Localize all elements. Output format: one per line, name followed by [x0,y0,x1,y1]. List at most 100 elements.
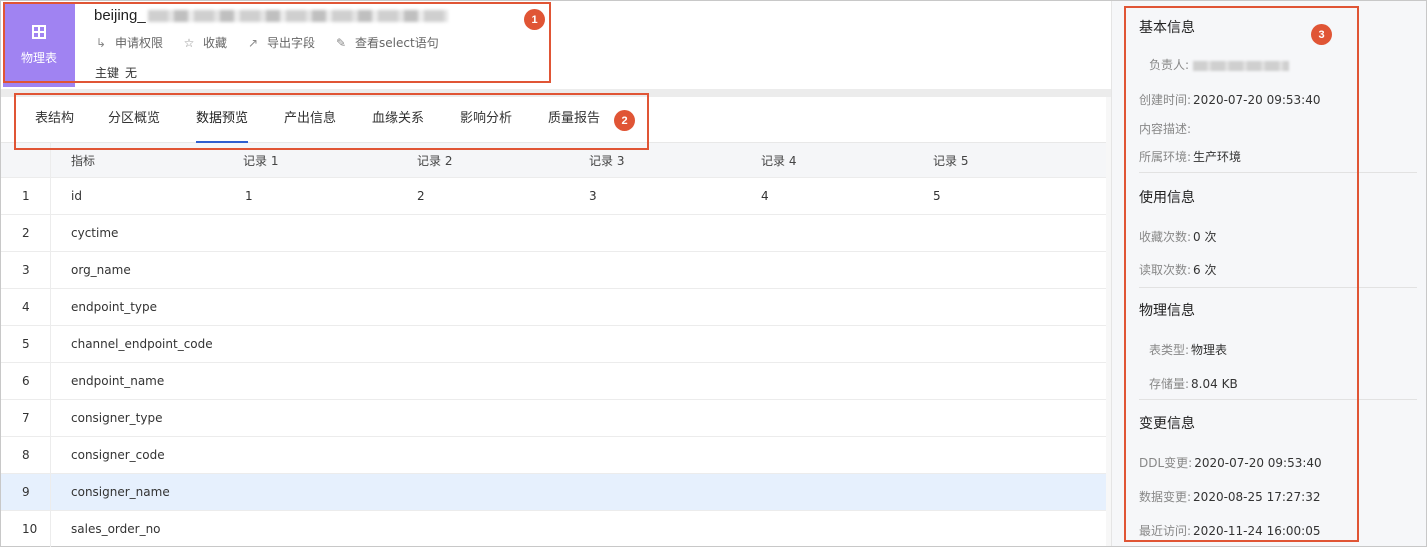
physical-info-title: 物理信息 [1139,303,1195,319]
annotation-badge-1: 1 [524,9,545,30]
table-name-redacted [147,10,448,23]
table-type-label-side: 表类型: [1149,343,1190,357]
table-row[interactable]: 8 consigner_code [1,437,1106,474]
view-select-button[interactable]: ✎ 查看select语句 [335,34,439,51]
ddl-change-row: DDL变更: 2020-07-20 09:53:40 [1139,454,1322,471]
row-index: 8 [1,437,51,473]
row-index: 5 [1,326,51,362]
row-index: 6 [1,363,51,399]
table-row[interactable]: 5 channel_endpoint_code [1,326,1106,363]
primary-key-label: 主键 [95,66,120,80]
edit-icon: ✎ [336,35,347,50]
table-row[interactable]: 2 cyctime [1,215,1106,252]
table-header: 物理表 beijing_ ↳ 申请权限 ☆ 收藏 ↗ 导出字段 ✎ 查看sele… [1,1,1111,89]
grid-header-cell: 记录 3 [589,153,625,168]
tab-bar: 表结构 分区概览 数据预览 产出信息 血缘关系 影响分析 质量报告 [1,97,1111,143]
row-field-name: consigner_type [71,411,163,425]
table-row[interactable]: 3 org_name [1,252,1106,289]
tab-data-preview[interactable]: 数据预览 [196,97,249,143]
table-row[interactable]: 6 endpoint_name [1,363,1106,400]
row-index: 2 [1,215,51,251]
row-field-name: org_name [71,263,131,277]
primary-key-value: 无 [125,66,138,80]
row-field-name: endpoint_name [71,374,165,388]
usage-info-title: 使用信息 [1139,190,1195,206]
data-preview-grid: 指标 记录 1 记录 2 记录 3 记录 4 记录 5 1 id 1 2 3 4… [1,143,1106,547]
ddl-change-label: DDL变更: [1139,456,1193,470]
row-field-name: channel_endpoint_code [71,337,213,351]
table-type-row: 表类型: 物理表 [1149,341,1227,358]
star-icon: ☆ [183,35,195,50]
data-change-label: 数据变更: [1139,490,1192,504]
row-index: 9 [1,474,51,510]
read-count-row: 读取次数: 6 次 [1139,261,1217,278]
last-visit-label: 最近访问: [1139,524,1192,538]
tab-impact-analysis[interactable]: 影响分析 [460,97,512,143]
row-record-value: 3 [589,189,597,203]
tab-quality-report[interactable]: 质量报告 [548,97,600,143]
row-record-value: 5 [933,189,941,203]
favorite-count-label: 收藏次数: [1139,230,1192,244]
section-separator [1139,287,1417,288]
row-index: 4 [1,289,51,325]
annotation-badge-3: 3 [1311,24,1332,45]
read-count-value: 6 次 [1193,263,1217,277]
favorite-count-row: 收藏次数: 0 次 [1139,228,1217,245]
row-field-name: sales_order_no [71,522,161,536]
section-divider [1,89,1111,97]
favorite-label: 收藏 [203,36,228,50]
row-field-name: consigner_name [71,485,170,499]
row-record-value: 4 [761,189,769,203]
row-index: 1 [1,178,51,214]
tab-lineage[interactable]: 血缘关系 [372,97,424,143]
table-row[interactable]: 4 endpoint_type [1,289,1106,326]
row-index: 7 [1,400,51,436]
table-row[interactable]: 1 id 1 2 3 4 5 [1,178,1106,215]
read-count-label: 读取次数: [1139,263,1192,277]
export-icon: ↗ [248,35,259,50]
tab-table-structure[interactable]: 表结构 [35,97,74,143]
apply-permission-button[interactable]: ↳ 申请权限 [95,34,163,51]
favorite-count-value: 0 次 [1193,230,1217,244]
section-separator [1139,399,1417,400]
owner-row: 负责人: [1149,56,1290,73]
table-type-label: 物理表 [20,50,57,65]
storage-label: 存储量: [1149,377,1190,391]
created-time-value: 2020-07-20 09:53:40 [1193,93,1321,107]
main-panel: 物理表 beijing_ ↳ 申请权限 ☆ 收藏 ↗ 导出字段 ✎ 查看sele… [1,1,1112,547]
table-row-selected[interactable]: 9 consigner_name [1,474,1106,511]
table-row[interactable]: 10 sales_order_no [1,511,1106,547]
export-fields-label: 导出字段 [267,36,316,50]
row-record-value: 1 [245,189,253,203]
created-time-label: 创建时间: [1139,93,1192,107]
row-index: 3 [1,252,51,288]
table-name: beijing_ [94,7,448,24]
data-change-row: 数据变更: 2020-08-25 17:27:32 [1139,488,1321,505]
last-visit-value: 2020-11-24 16:00:05 [1193,524,1321,538]
environment-value: 生产环境 [1193,150,1242,164]
table-row[interactable]: 7 consigner_type [1,400,1106,437]
annotation-badge-2: 2 [614,110,635,131]
row-field-name: endpoint_type [71,300,158,314]
export-fields-button[interactable]: ↗ 导出字段 [247,34,315,51]
primary-key-row: 主键无 [95,64,137,81]
owner-label: 负责人: [1149,58,1190,72]
description-label: 内容描述: [1139,122,1192,136]
owner-redacted [1193,60,1290,71]
storage-value: 8.04 KB [1191,377,1238,391]
row-record-value: 2 [417,189,425,203]
basic-info-title: 基本信息 [1139,20,1195,36]
row-index: 10 [1,511,51,547]
favorite-button[interactable]: ☆ 收藏 [183,34,227,51]
table-grid-icon [32,24,46,39]
tab-output-info[interactable]: 产出信息 [284,97,336,143]
row-field-name: id [71,189,82,203]
row-field-name: consigner_code [71,448,165,462]
change-info-title: 变更信息 [1139,416,1195,432]
grid-header-cell: 记录 4 [761,153,797,168]
storage-row: 存储量: 8.04 KB [1149,375,1238,392]
grid-header-cell: 记录 5 [933,153,969,168]
section-separator [1139,172,1417,173]
table-type-tile: 物理表 [3,3,75,87]
tab-partition-overview[interactable]: 分区概览 [108,97,160,143]
